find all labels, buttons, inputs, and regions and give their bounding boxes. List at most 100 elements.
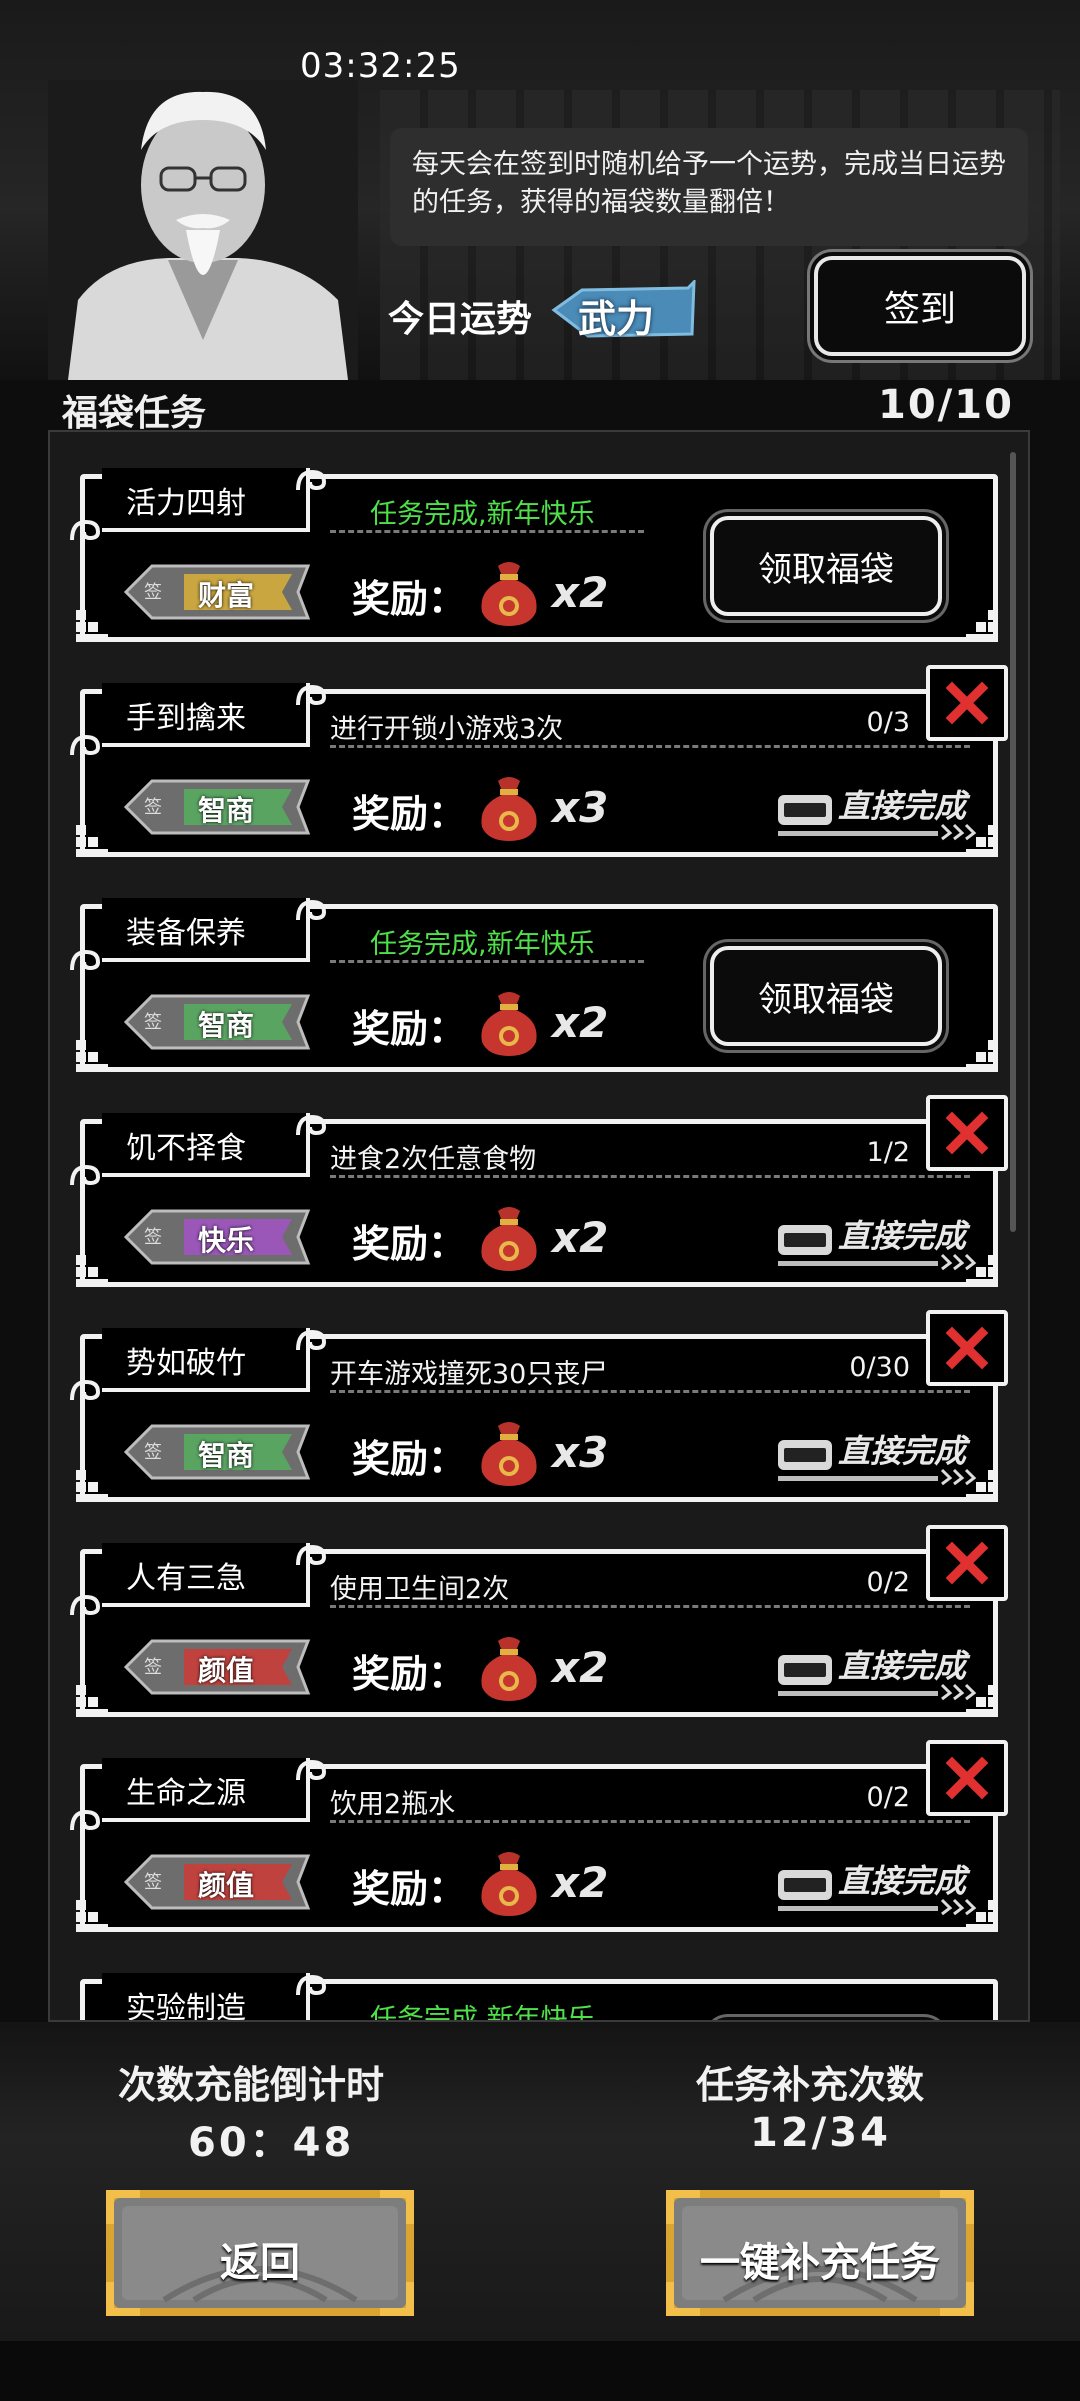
reward-multiplier: x2	[552, 1858, 609, 1907]
lucky-bag-icon	[481, 777, 537, 841]
reward-label: 奖励：	[352, 577, 467, 621]
close-icon	[945, 1756, 989, 1800]
task-description: 饮用2瓶水	[330, 1789, 456, 1820]
sign-in-button[interactable]: 签到	[814, 256, 1026, 356]
direct-complete-button[interactable]: 直接完成	[774, 781, 984, 841]
cloud-curl-ornament	[294, 896, 330, 926]
scrollbar[interactable]	[1010, 452, 1016, 1232]
claim-bag-button[interactable]: 领取福袋	[710, 516, 942, 616]
task-done-text: 任务完成,新年快乐	[370, 499, 595, 530]
abandon-task-button[interactable]	[926, 1310, 1008, 1386]
task-progress: 0/30	[849, 1352, 910, 1383]
sign-char: 签	[144, 1442, 162, 1463]
task-name: 生命之源	[102, 1758, 310, 1822]
dashed-divider	[330, 1390, 970, 1393]
close-icon	[945, 1111, 989, 1155]
task-list[interactable]: 活力四射 任务完成,新年快乐签财富 奖励： x2 领取福袋 手到擒来 进行开锁小游戏3次 0/…	[48, 430, 1030, 2022]
bottom-strip	[0, 2341, 1080, 2401]
corner-ornament	[74, 1038, 110, 1074]
lucky-bag-icon	[481, 992, 537, 1056]
corner-ornament	[964, 1038, 1000, 1074]
sign-char: 签	[144, 1872, 162, 1893]
direct-complete-button[interactable]: 直接完成	[774, 1426, 984, 1486]
claim-bag-button[interactable]: 领取福袋	[710, 946, 942, 1046]
dashed-divider	[330, 1175, 970, 1178]
direct-complete-label: 直接完成	[838, 1432, 967, 1470]
lucky-bag-icon	[481, 1207, 537, 1271]
recharge-label: 次数充能倒计时	[118, 2063, 385, 2107]
abandon-task-button[interactable]	[926, 665, 1008, 741]
dashed-divider	[330, 745, 970, 748]
refill-button-label: 一键补充任务	[700, 2240, 940, 2286]
reward-label: 奖励：	[352, 1007, 467, 1051]
task-card[interactable]: 手到擒来 进行开锁小游戏3次 0/3 签 智商 奖励： x3 直接完成	[70, 665, 1008, 859]
sign-char: 签	[144, 582, 162, 603]
back-button[interactable]: 返回	[104, 2188, 416, 2318]
direct-complete-button[interactable]: 直接完成	[774, 1211, 984, 1271]
cloud-curl-ornament	[68, 516, 104, 546]
reward-multiplier: x3	[552, 783, 609, 832]
attribute-name: 智商	[198, 794, 255, 827]
attribute-name: 智商	[198, 1439, 255, 1472]
direct-complete-button[interactable]: 直接完成	[774, 1856, 984, 1916]
task-card[interactable]: 生命之源 饮用2瓶水 0/2 签 颜值 奖励： x2 直接完成	[70, 1740, 1008, 1934]
cloud-curl-ornament	[68, 1806, 104, 1836]
task-card[interactable]: 活力四射 任务完成,新年快乐签 财富 奖励： x2 领取福袋	[70, 466, 1000, 644]
abandon-task-button[interactable]	[926, 1525, 1008, 1601]
task-card[interactable]: 实验制造任务完成,新年快乐领取福袋	[74, 1973, 1000, 2020]
header: 03:32:25 每天会在签到时随机给予一个运势，完成当日运势的任务，获得的福袋…	[0, 0, 1080, 380]
sign-char: 签	[144, 797, 162, 818]
task-card[interactable]: 势如破竹 开车游戏撞死30只丧尸 0/30 签 智商 奖励： x3 直接完成	[70, 1310, 1008, 1504]
cloud-curl-ornament	[68, 731, 104, 761]
task-name: 活力四射	[102, 468, 310, 532]
reward-label: 奖励：	[352, 1867, 467, 1911]
lucky-bag-icon	[481, 1637, 537, 1701]
task-card[interactable]: 饥不择食 进食2次任意食物 1/2 签 快乐 奖励： x2 直接完成	[70, 1095, 1008, 1289]
direct-complete-button[interactable]: 直接完成	[774, 1641, 984, 1701]
attribute-tag: 签 颜值	[122, 1635, 314, 1699]
attribute-tag: 签 智商	[122, 775, 314, 839]
sign-char: 签	[144, 1657, 162, 1678]
task-card[interactable]: 人有三急 使用卫生间2次 0/2 签 颜值 奖励： x2 直接完成	[70, 1525, 1008, 1719]
recharge-value: 60：48	[188, 2120, 355, 2166]
task-name: 实验制造	[102, 1973, 310, 2020]
dashed-divider	[330, 1820, 970, 1823]
abandon-task-button[interactable]	[926, 1095, 1008, 1171]
task-name: 装备保养	[102, 898, 310, 962]
attribute-tag: 签 快乐	[122, 1205, 314, 1269]
lucky-bag-icon	[481, 1852, 537, 1916]
direct-complete-label: 直接完成	[838, 1647, 967, 1685]
lucky-bag-icon	[481, 1422, 537, 1486]
reward-label: 奖励：	[352, 1222, 467, 1266]
cloud-curl-ornament	[68, 946, 104, 976]
attribute-name: 智商	[198, 1009, 255, 1042]
task-description: 使用卫生间2次	[330, 1574, 510, 1605]
attribute-tag: 签 财富	[122, 560, 314, 624]
direct-complete-label: 直接完成	[838, 1217, 967, 1255]
dashed-divider	[330, 1605, 970, 1608]
corner-ornament	[74, 1683, 110, 1719]
dashed-divider	[330, 530, 644, 533]
corner-ornament	[74, 1468, 110, 1504]
cloud-curl-ornament	[294, 1111, 330, 1141]
task-description: 进食2次任意食物	[330, 1144, 537, 1175]
corner-ornament	[964, 608, 1000, 644]
task-progress: 1/2	[866, 1137, 910, 1168]
task-progress: 0/2	[866, 1567, 910, 1598]
reward-label: 奖励：	[352, 1437, 467, 1481]
refill-button[interactable]: 一键补充任务	[664, 2188, 976, 2318]
task-progress: 0/3	[866, 707, 910, 738]
cloud-curl-ornament	[68, 1591, 104, 1621]
dashed-divider	[330, 960, 644, 963]
cloud-curl-ornament	[294, 466, 330, 496]
old-man-portrait	[48, 80, 358, 380]
reward-multiplier: x2	[552, 998, 609, 1047]
fortune-tag: 武力	[548, 278, 698, 342]
fortune-label: 今日运势	[388, 299, 533, 340]
reward-multiplier: x3	[552, 1428, 609, 1477]
task-name: 势如破竹	[102, 1328, 310, 1392]
task-card[interactable]: 装备保养 任务完成,新年快乐签 智商 奖励： x2 领取福袋	[70, 896, 1000, 1074]
intro-bubble: 每天会在签到时随机给予一个运势，完成当日运势的任务，获得的福袋数量翻倍！	[390, 128, 1028, 246]
abandon-task-button[interactable]	[926, 1740, 1008, 1816]
close-icon	[945, 681, 989, 725]
